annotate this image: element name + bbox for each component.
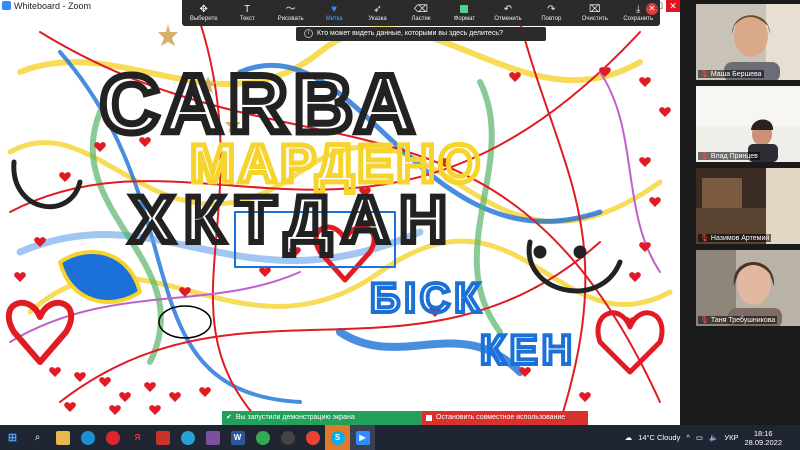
battery-icon[interactable]: ▭ [696,433,703,442]
spotlight-icon: ➶ [373,3,382,15]
stop-share-button[interactable]: Остановить совместное использование [422,411,588,425]
tool-draw[interactable]: 〜 Рисовать [269,0,312,26]
tool-label: Повтор [541,15,562,22]
tool-label: Указка [368,15,387,22]
chrome-icon[interactable] [250,425,275,450]
tool-label: Метка [325,15,343,22]
media-icon[interactable] [275,425,300,450]
whiteboard-toolbar: ✥ Выберите T Текст 〜 Рисовать ♥ Метка ➶ Указка ⌫ Ла… [182,0,660,26]
canvas-word-5: КЕН [480,326,576,373]
undo-icon: ↶ [503,3,513,15]
tool-format[interactable]: Формат [443,0,486,26]
participant-video [696,86,800,162]
app-icon[interactable] [150,425,175,450]
participant-name: Назимов Артемий [710,235,770,242]
opera-icon[interactable] [100,425,125,450]
time: 18:16 [753,428,773,438]
whiteboard-drawing: САRВА МАРДЕНО ХКТДАН БІСК КЕН [5,21,673,423]
info-icon: i [304,28,313,38]
viber-icon[interactable] [200,425,225,450]
volume-icon[interactable]: 🔈 [709,433,718,442]
text-icon: T [244,3,251,15]
tool-label: Отменить [494,15,522,22]
whiteboard-canvas[interactable]: САRВА МАРДЕНО ХКТДАН БІСК КЕН [0,12,680,425]
tool-undo[interactable]: ↶ Отменить [486,0,529,26]
zoom-app-icon [2,1,11,10]
share-visibility-question[interactable]: i Кто может видеть данные, которыми вы зд… [296,27,546,41]
cloud-icon: ☁ [624,433,633,442]
tool-label: Рисовать [277,15,304,22]
participant-video [696,250,800,326]
tool-spotlight[interactable]: ➶ Указка [356,0,399,26]
tool-text[interactable]: T Текст [225,0,268,26]
stamp-icon: ♥ [331,3,338,15]
chevron-up-icon[interactable]: ^ [686,433,690,442]
date: 28.09.2022 [744,437,782,447]
tool-label: Текст [239,15,255,22]
participant-tile[interactable]: 🎙 Таня Требушникова [696,250,800,326]
participant-tile[interactable]: 🎙 Маша Бершева [696,4,800,80]
tool-stamp[interactable]: ♥ Метка [312,0,355,26]
tool-label: Сохранить [623,15,654,22]
participant-video [696,4,800,80]
skype-icon[interactable]: S [325,425,350,450]
clear-icon: ⌧ [589,3,601,15]
tool-eraser[interactable]: ⌫ Ластик [399,0,442,26]
tool-label: Выберите [189,15,218,22]
system-tray: ☁ 14°C Cloudy ^ ▭ 🔈 УКР 18:16 28.09.2022 [619,425,800,450]
participant-name: Влад Принцев [710,153,758,160]
muted-mic-icon: 🎙 [700,153,709,160]
screen-share-bar: ✔ Вы запустили демонстрацию экрана Остано… [222,411,588,425]
muted-mic-icon: 🎙 [700,235,709,242]
file-explorer-icon[interactable] [50,425,75,450]
word-icon[interactable]: W [225,425,250,450]
draw-icon: 〜 [285,3,296,15]
language-indicator[interactable]: УКР [724,433,738,442]
tool-label: Ластик [411,15,431,22]
share-status-text: Вы запустили демонстрацию экрана [235,414,355,421]
start-button[interactable]: ⊞ [0,425,25,450]
stop-share-label: Остановить совместное использование [436,414,566,421]
participant-tile[interactable]: 🎙 Назимов Артемий [696,168,800,244]
tool-move[interactable]: ✥ Выберите [182,0,225,26]
participant-name: Таня Требушникова [710,317,776,324]
participant-tile[interactable]: 🎙 Влад Принцев [696,86,800,162]
redo-icon: ↷ [547,3,556,15]
canvas-word-4: БІСК [370,274,484,321]
weather-text[interactable]: 14°C Cloudy [638,433,680,442]
maximize-button[interactable]: ☐ [652,0,666,12]
minimize-button[interactable]: — [638,0,652,12]
eraser-icon: ⌫ [413,3,429,15]
clock[interactable]: 18:16 28.09.2022 [744,429,782,447]
tool-label: Формат [453,15,476,22]
zoom-taskbar-icon[interactable]: ▶ [350,425,375,450]
participant-name: Маша Бершева [710,71,762,78]
format-icon [460,4,469,13]
move-icon: ✥ [199,3,208,15]
share-status: ✔ Вы запустили демонстрацию экрана [222,411,422,425]
yandex-icon[interactable]: Я [125,425,150,450]
shield-icon: ✔ [226,414,232,421]
close-button[interactable]: ✕ [666,0,680,12]
tool-clear[interactable]: ⌧ Очистить [573,0,616,26]
window-title: Whiteboard - Zoom [14,1,92,11]
muted-mic-icon: 🎙 [700,317,709,324]
edge-icon[interactable] [75,425,100,450]
canvas-word-3: ХКТДАН [130,182,457,256]
chrome-icon-2[interactable] [300,425,325,450]
tool-label: Очистить [581,15,608,22]
tool-redo[interactable]: ↷ Повтор [530,0,573,26]
participant-video-panel: 🎙 Маша Бершева 🎙 Влад Принцев 🎙 Назимов Арт… [680,0,800,425]
stop-icon [426,415,432,421]
telegram-icon[interactable] [175,425,200,450]
search-icon[interactable]: ⌕ [25,425,50,450]
share-question-text: Кто может видеть данные, которыми вы зде… [317,30,503,37]
windows-taskbar: ⊞ ⌕ Я W S ▶ ☁ 14°C Cloudy ^ ▭ 🔈 УКР 18:1… [0,425,800,450]
muted-mic-icon: 🎙 [700,71,709,78]
participant-video [696,168,800,244]
